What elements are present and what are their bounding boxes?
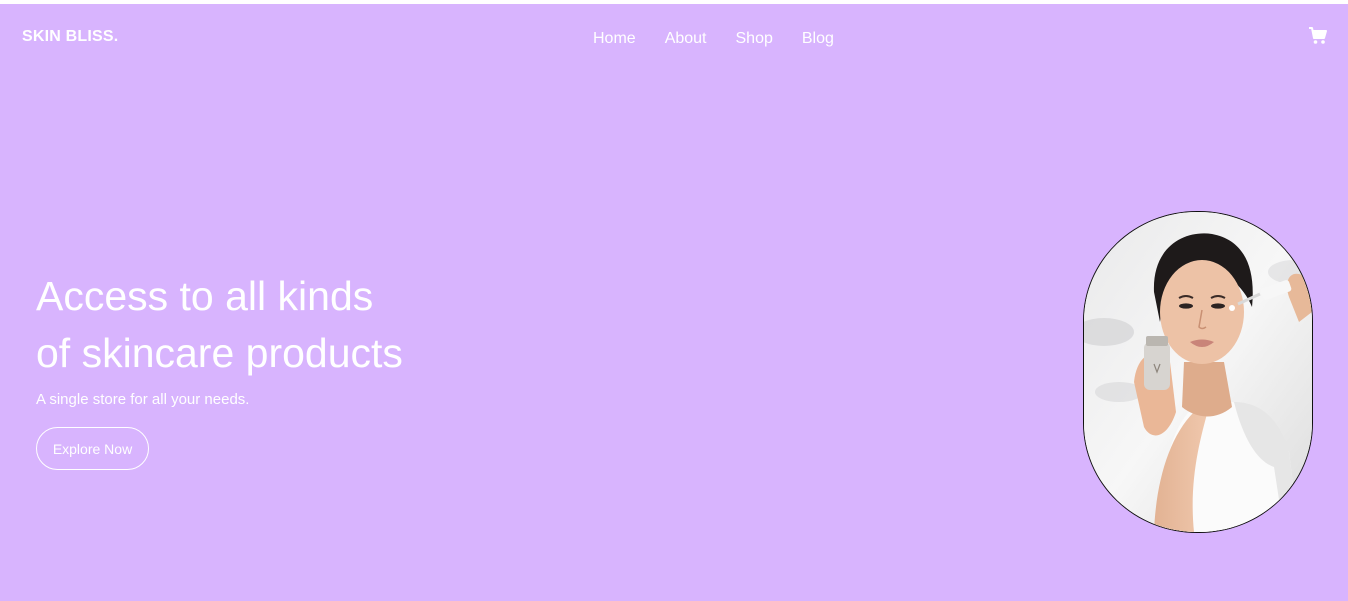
hero-title-line-1: Access to all kinds <box>36 273 374 319</box>
nav-about-link[interactable]: About <box>665 30 707 48</box>
main-nav: Home About Shop Blog <box>593 30 863 48</box>
hero-subtitle: A single store for all your needs. <box>36 391 250 408</box>
hero-title-line-2: of skincare products <box>36 330 403 376</box>
hero-section: SKIN BLISS. Home About Shop Blog Access … <box>0 4 1348 601</box>
shopping-cart-icon[interactable] <box>1308 26 1328 46</box>
nav-shop-link[interactable]: Shop <box>736 30 773 48</box>
model-portrait-image <box>1083 211 1313 533</box>
hero-title: Access to all kinds of skincare products <box>36 268 496 382</box>
brand-logo[interactable]: SKIN BLISS. <box>22 28 118 46</box>
nav-blog-link[interactable]: Blog <box>802 30 834 48</box>
nav-home-link[interactable]: Home <box>593 30 636 48</box>
explore-now-button[interactable]: Explore Now <box>36 427 149 470</box>
